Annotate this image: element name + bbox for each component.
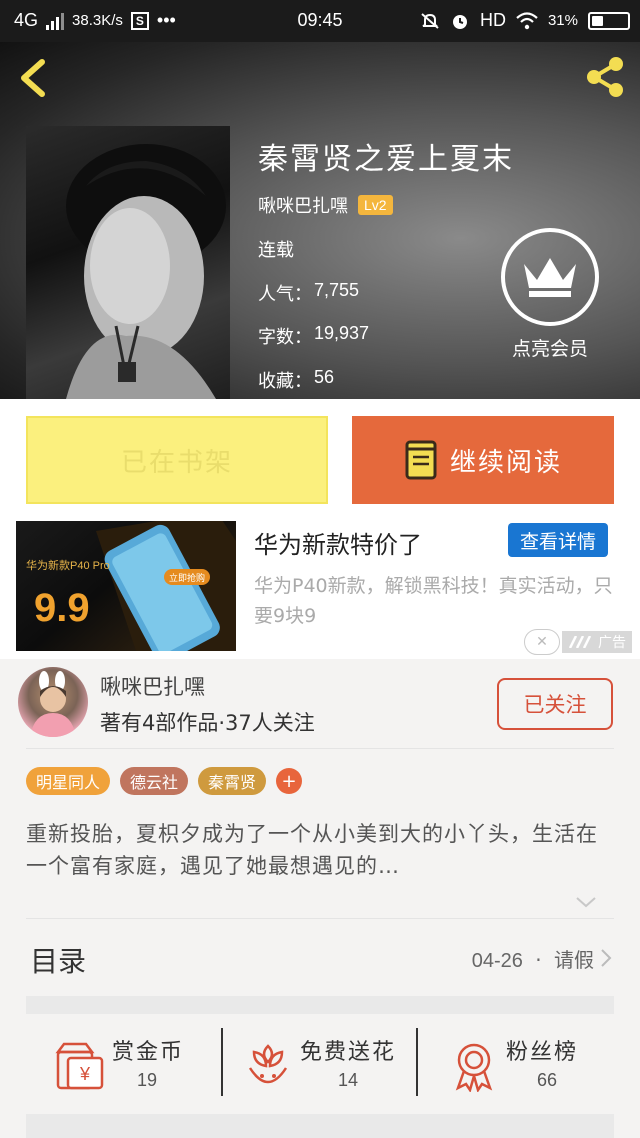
author-section: 啾咪巴扎嘿 著有4部作品·37人关注 已关注 <box>0 659 640 749</box>
ad-title[interactable]: 华为新款特价了 <box>254 525 422 560</box>
book-synopsis[interactable]: 重新投胎，夏枳夕成为了一个从小美到大的小丫头，生活在一个富有家庭，遇见了她最想遇… <box>26 818 612 882</box>
reward-coins-label: 赏金币 <box>112 1040 185 1065</box>
svg-text:¥: ¥ <box>79 1064 91 1084</box>
popularity-row: 人气： 7,755 <box>258 280 359 306</box>
book-header: 秦霄贤之爱上夏末 啾咪巴扎嘿 Lv2 连载 人气： 7,755 字数： 19,937… <box>0 42 640 399</box>
alarm-icon <box>452 14 467 29</box>
send-flowers-button[interactable]: 免费送花 14 <box>214 1014 410 1110</box>
send-flowers-label: 免费送花 <box>300 1040 397 1065</box>
section-gap <box>26 996 614 1014</box>
favorites-label: 收藏： <box>258 371 312 392</box>
ad-details-button[interactable]: 查看详情 <box>508 523 608 557</box>
fan-ranking-button[interactable]: 粉丝榜 66 <box>420 1014 616 1110</box>
latest-chapter-title: 请假 <box>554 948 594 972</box>
on-shelf-button[interactable]: 已在书架 <box>26 416 328 504</box>
add-tag-button[interactable]: + <box>276 768 303 794</box>
cover-portrait-graphic <box>66 144 226 399</box>
ad-image-price: 9.9 <box>34 586 90 630</box>
book-cover-image[interactable] <box>26 126 230 399</box>
tag-pill[interactable]: 明星同人 <box>26 767 111 795</box>
reward-coins-value: 19 <box>136 1070 158 1090</box>
author-name[interactable]: 啾咪巴扎嘿 <box>100 671 205 701</box>
book-title: 秦霄贤之爱上夏末 <box>258 142 514 177</box>
divider <box>416 1028 418 1096</box>
vip-membership-button[interactable]: 点亮会员 <box>500 228 600 361</box>
fan-ranking-label: 粉丝榜 <box>506 1040 579 1065</box>
popularity-label: 人气： <box>258 284 312 305</box>
author-avatar[interactable] <box>18 667 88 737</box>
send-flowers-value: 14 <box>337 1070 359 1090</box>
ad-label-text: 广告 <box>598 635 626 651</box>
coin-envelope-icon: ¥ <box>55 1042 104 1090</box>
flower-icon <box>248 1044 288 1084</box>
mute-icon <box>421 12 439 29</box>
action-buttons: 已在书架 继续阅读 <box>0 399 640 521</box>
divider <box>26 918 614 919</box>
battery-icon <box>588 11 630 30</box>
medal-icon <box>455 1043 493 1092</box>
tag-pill[interactable]: 德云社 <box>120 767 189 795</box>
favorites-value: 56 <box>314 367 335 387</box>
fan-ranking-value: 66 <box>536 1070 558 1090</box>
word-count-label: 字数： <box>258 327 312 348</box>
continue-reading-label: 继续阅读 <box>449 447 562 478</box>
ad-banner[interactable]: 立即抢购 华为新款P40 Pro 9.9 华为新款特价了 查看详情 华为P40新… <box>0 521 640 659</box>
book-author-row: 啾咪巴扎嘿 Lv2 <box>258 192 393 218</box>
ad-description[interactable]: 华为P40新款，解锁黑科技！真实活动，只要9块9 <box>254 571 614 631</box>
close-icon[interactable]: ✕ <box>524 629 560 655</box>
book-stats-bar: ¥ 赏金币 19 免费送花 14 粉丝榜 66 <box>0 1014 640 1110</box>
favorites-row: 收藏： 56 <box>258 367 334 393</box>
word-count-row: 字数： 19,937 <box>258 323 369 349</box>
author-level-badge: Lv2 <box>358 195 393 215</box>
word-count-value: 19,937 <box>314 323 370 343</box>
latest-chapter-date: 04-26 <box>471 950 523 972</box>
ad-phone-graphic: 立即抢购 华为新款P40 Pro 9.9 <box>26 521 236 651</box>
table-of-contents-row[interactable]: 目录 04-26 · 请假 <box>0 920 640 996</box>
tag-list: 明星同人 德云社 秦霄贤 + <box>26 767 303 795</box>
chevron-down-icon[interactable] <box>575 894 597 910</box>
wifi-icon <box>516 11 538 29</box>
reward-coins-button[interactable]: ¥ 赏金币 19 <box>26 1014 222 1110</box>
vip-label: 点亮会员 <box>511 338 588 360</box>
ad-close-area: ✕ 广告 <box>524 629 636 655</box>
popularity-value: 7,755 <box>314 280 360 300</box>
ad-label: 广告 <box>562 631 632 653</box>
book-author-name[interactable]: 啾咪巴扎嘿 <box>258 192 348 218</box>
ad-image-button: 立即抢购 <box>169 572 205 583</box>
chevron-right-icon <box>601 949 612 967</box>
battery-percent: 31% <box>547 12 578 29</box>
follow-button[interactable]: 已关注 <box>497 678 613 730</box>
back-button[interactable] <box>14 56 54 100</box>
ad-image-caption: 华为新款P40 Pro <box>26 558 110 572</box>
ad-image[interactable]: 立即抢购 华为新款P40 Pro 9.9 <box>16 521 236 651</box>
author-stats: 著有4部作品·37人关注 <box>100 711 315 735</box>
divider <box>26 748 614 749</box>
battery-fill <box>592 15 603 26</box>
serial-status-text: 连载 <box>258 240 294 261</box>
section-gap <box>26 1114 614 1138</box>
crown-icon <box>501 228 599 326</box>
latest-chapter: 04-26 · 请假 <box>472 944 594 973</box>
book-detail-page: 4G 38.3K/s S ••• 09:45 HD 31% 秦霄贤之爱上夏末 啾… <box>0 0 640 1138</box>
hd-indicator: HD <box>479 10 506 30</box>
serial-status: 连载 <box>258 236 294 262</box>
share-button[interactable] <box>582 54 628 100</box>
book-icon <box>405 440 437 480</box>
latest-chapter-separator: · <box>535 948 542 972</box>
toc-title: 目录 <box>30 945 87 978</box>
ad-logo-icon <box>568 636 592 648</box>
continue-reading-button[interactable]: 继续阅读 <box>352 416 614 504</box>
status-right: HD 31% <box>420 10 630 31</box>
status-bar: 4G 38.3K/s S ••• 09:45 HD 31% <box>0 0 640 42</box>
tag-pill[interactable]: 秦霄贤 <box>198 767 267 795</box>
avatar-graphic <box>30 671 76 737</box>
